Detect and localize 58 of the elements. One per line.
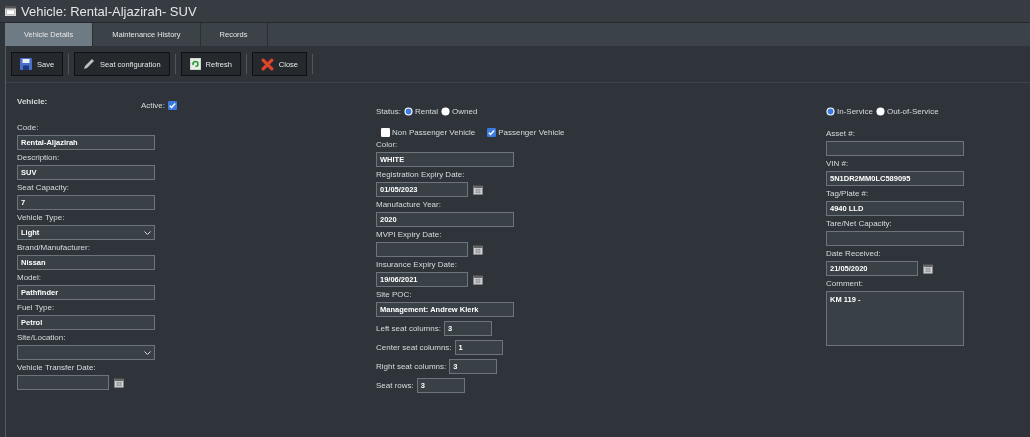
field-label: Right seat columns: bbox=[376, 362, 447, 371]
refresh-document-icon bbox=[189, 58, 201, 70]
status-label: Status: bbox=[376, 107, 401, 116]
chevron-down-icon bbox=[144, 350, 151, 355]
field-label: Comment: bbox=[826, 279, 864, 289]
field-label: Date Received: bbox=[826, 249, 882, 259]
checkbox-label: Non Passenger Vehicle bbox=[392, 128, 476, 137]
radio-label: Out-of-Service bbox=[887, 107, 939, 116]
field-label: Registration Expiry Date: bbox=[376, 170, 466, 180]
radio-label: In-Service bbox=[837, 107, 873, 116]
radio-button[interactable] bbox=[403, 107, 413, 116]
field-label: Asset #: bbox=[826, 129, 856, 139]
field-label: Color: bbox=[376, 140, 399, 150]
field-label: Site/Location: bbox=[17, 333, 67, 343]
section-heading: Vehicle: bbox=[17, 97, 48, 108]
field-label: VIN #: bbox=[826, 159, 850, 169]
text-field[interactable] bbox=[826, 231, 964, 246]
field-label: Tare/Net Capacity: bbox=[826, 219, 893, 229]
field-label: Vehicle Type: bbox=[17, 213, 66, 223]
field-label: MVPI Expiry Date: bbox=[376, 230, 443, 240]
field-label: Tag/Plate #: bbox=[826, 189, 870, 199]
dropdown-field[interactable] bbox=[17, 345, 155, 360]
field-label: Left seat columns: bbox=[376, 324, 441, 333]
field-label: Center seat columns: bbox=[376, 343, 452, 352]
radio-button[interactable] bbox=[826, 107, 835, 116]
window-icon bbox=[5, 6, 16, 16]
field-label: Fuel Type: bbox=[17, 303, 56, 313]
radio-button[interactable] bbox=[441, 107, 451, 116]
field-label: Insurance Expiry Date: bbox=[376, 260, 458, 270]
window-title: Vehicle: Rental-Aljazirah- SUV bbox=[21, 3, 197, 19]
checkbox[interactable] bbox=[381, 128, 390, 137]
checkbox[interactable] bbox=[168, 101, 177, 110]
calendar-icon[interactable] bbox=[473, 184, 483, 195]
date-field[interactable] bbox=[376, 242, 468, 257]
checkbox-label: Active: bbox=[141, 101, 165, 110]
calendar-icon[interactable] bbox=[114, 377, 124, 388]
field-label: Manufacture Year: bbox=[376, 200, 442, 210]
field-label: Vehicle Transfer Date: bbox=[17, 363, 97, 373]
radio-label: Rental bbox=[414, 107, 439, 116]
field-label: Seat Capacity: bbox=[17, 183, 71, 193]
calendar-icon[interactable] bbox=[923, 263, 933, 274]
close-icon bbox=[260, 57, 274, 71]
field-label: Site POC: bbox=[376, 290, 413, 300]
text-field[interactable] bbox=[826, 141, 964, 156]
checkbox[interactable] bbox=[487, 128, 497, 137]
checkbox-label: Passenger Vehicle bbox=[498, 128, 565, 137]
calendar-icon[interactable] bbox=[473, 274, 483, 285]
radio-label: Owned bbox=[452, 107, 478, 116]
field-label: Description: bbox=[17, 153, 61, 163]
field-label: Code: bbox=[17, 123, 40, 133]
radio-button[interactable] bbox=[876, 107, 885, 116]
calendar-icon[interactable] bbox=[473, 244, 483, 255]
field-label: Brand/Manufacturer: bbox=[17, 243, 91, 253]
chevron-down-icon bbox=[144, 230, 151, 235]
date-field[interactable] bbox=[17, 375, 109, 390]
field-label: Model: bbox=[17, 273, 42, 283]
pencil-icon bbox=[83, 58, 96, 70]
field-label: Seat rows: bbox=[376, 381, 414, 390]
